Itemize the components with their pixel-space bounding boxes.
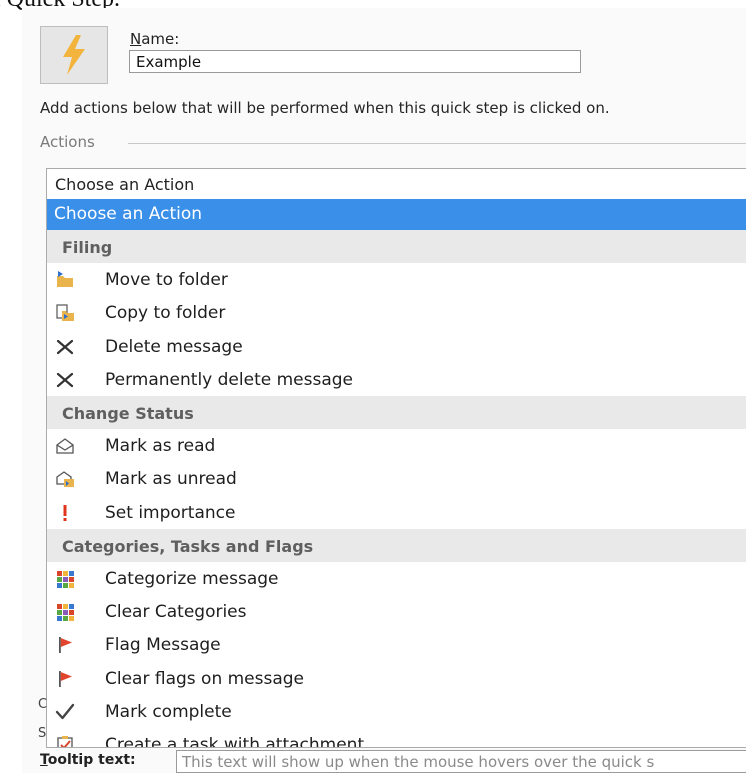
option-label: Mark as unread bbox=[105, 469, 237, 490]
delete-x-icon bbox=[56, 339, 74, 354]
obscured-text-fragment: S bbox=[38, 726, 47, 741]
option-label: Mark complete bbox=[105, 701, 232, 722]
option-label: Delete message bbox=[105, 336, 243, 357]
actions-section-label: Actions bbox=[40, 133, 95, 151]
checkmark-icon bbox=[55, 703, 75, 719]
exclamation-icon bbox=[63, 504, 67, 521]
flag-icon bbox=[59, 637, 72, 654]
section-divider bbox=[128, 143, 746, 144]
action-dropdown-list: Choose an Action Filing Move to folder C… bbox=[46, 199, 746, 748]
name-label: Name: bbox=[130, 30, 180, 48]
folder-move-icon bbox=[57, 271, 73, 287]
category-grid-icon bbox=[57, 570, 74, 588]
option-categorize-message[interactable]: Categorize message bbox=[47, 562, 746, 595]
option-delete-message[interactable]: Delete message bbox=[47, 330, 746, 363]
option-copy-to-folder[interactable]: Copy to folder bbox=[47, 296, 746, 329]
option-mark-complete[interactable]: Mark complete bbox=[47, 695, 746, 728]
action-combobox[interactable]: Choose an Action bbox=[46, 168, 746, 200]
group-header-filing: Filing bbox=[47, 230, 746, 263]
delete-x-icon bbox=[56, 372, 74, 387]
tooltip-text-input[interactable]: This text will show up when the mouse ho… bbox=[176, 750, 746, 773]
copy-folder-icon bbox=[56, 304, 74, 322]
option-label: Permanently delete message bbox=[105, 369, 353, 390]
task-attachment-icon bbox=[57, 736, 73, 747]
instructions-text: Add actions below that will be performed… bbox=[40, 99, 610, 117]
option-move-to-folder[interactable]: Move to folder bbox=[47, 263, 746, 296]
option-label: Clear flags on message bbox=[105, 668, 305, 689]
option-create-task-with-attachment[interactable]: Create a task with attachment bbox=[47, 728, 746, 748]
option-label: Create a task with attachment bbox=[105, 735, 365, 748]
option-label: Mark as read bbox=[105, 436, 216, 456]
dropdown-option-selected[interactable]: Choose an Action bbox=[47, 199, 746, 230]
option-label: Flag Message bbox=[105, 635, 221, 656]
option-mark-as-read[interactable]: Mark as read bbox=[47, 429, 746, 462]
tooltip-label: Tooltip text: bbox=[40, 752, 136, 768]
option-clear-flags-on-message[interactable]: Clear flags on message bbox=[47, 662, 746, 695]
quick-step-icon-button[interactable] bbox=[40, 26, 108, 84]
option-label: Copy to folder bbox=[105, 303, 226, 324]
option-mark-as-unread[interactable]: Mark as unread bbox=[47, 462, 746, 495]
group-header-change-status: Change Status bbox=[47, 396, 746, 429]
option-flag-message[interactable]: Flag Message bbox=[47, 628, 746, 661]
option-label: Clear Categories bbox=[105, 602, 247, 622]
flag-icon bbox=[59, 670, 72, 687]
category-grid-icon bbox=[57, 604, 74, 621]
option-label: Set importance bbox=[105, 502, 236, 523]
option-label: Categorize message bbox=[105, 568, 279, 589]
option-clear-categories[interactable]: Clear Categories bbox=[47, 595, 746, 628]
envelope-unread-icon bbox=[56, 471, 74, 488]
lightning-icon bbox=[63, 35, 85, 75]
option-set-importance[interactable]: Set importance bbox=[47, 496, 746, 529]
name-input[interactable] bbox=[129, 50, 581, 73]
group-header-categories-tasks-flags: Categories, Tasks and Flags bbox=[47, 528, 746, 562]
option-label: Move to folder bbox=[105, 270, 228, 290]
obscured-text-fragment: C bbox=[38, 697, 48, 712]
option-permanently-delete-message[interactable]: Permanently delete message bbox=[47, 363, 746, 396]
envelope-open-icon bbox=[56, 438, 74, 454]
